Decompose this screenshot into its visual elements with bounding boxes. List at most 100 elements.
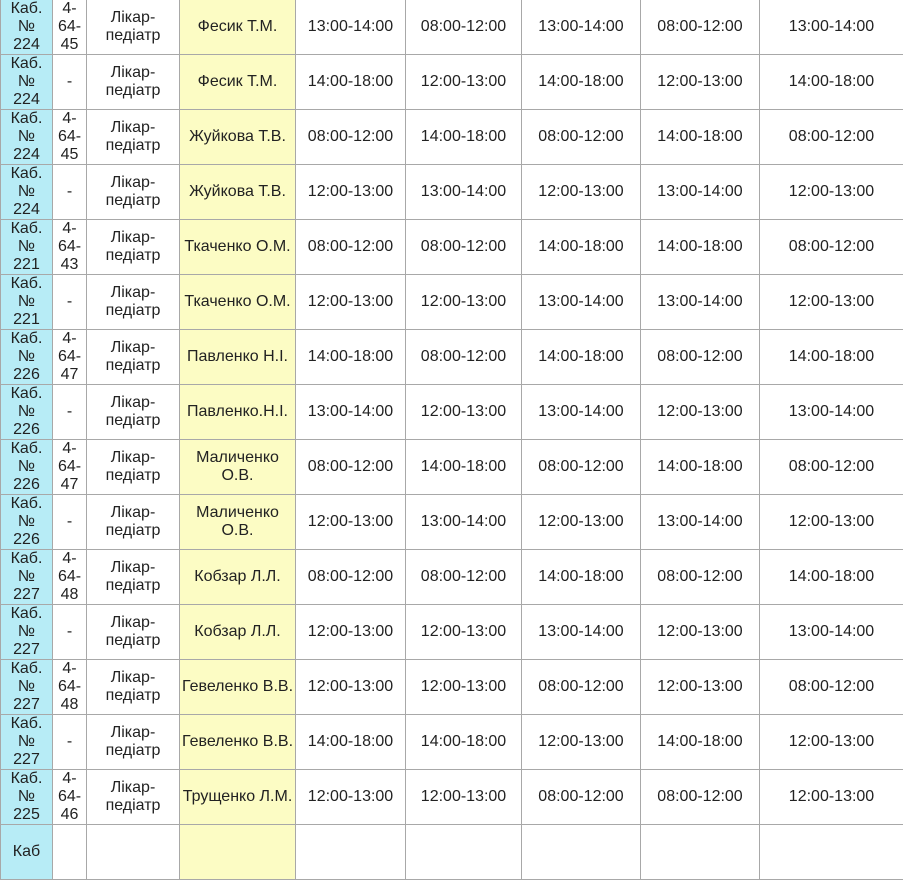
doctor-name-cell: Кобзар Л.Л. (180, 605, 296, 660)
schedule-time-cell: 13:00-14:00 (641, 165, 760, 220)
phone-cell-text: - (53, 403, 86, 421)
role-cell-text: Лікар-педіатр (87, 229, 179, 265)
schedule-time-cell: 13:00-14:00 (641, 495, 760, 550)
table-row: Каб. № 2264-64-47Лікар-педіатрМаличенко … (1, 440, 903, 495)
schedule-time-cell-text: 14:00-18:00 (406, 458, 521, 476)
phone-cell-text: 4-64-46 (53, 770, 86, 824)
schedule-time-cell-text: 08:00-12:00 (760, 678, 903, 696)
schedule-time-cell-text: 13:00-14:00 (641, 513, 759, 531)
schedule-time-cell-text: 08:00-12:00 (406, 568, 521, 586)
schedule-time-cell-text: 14:00-18:00 (760, 73, 903, 91)
schedule-time-cell: 08:00-12:00 (641, 0, 760, 55)
role-cell: Лікар-педіатр (87, 330, 180, 385)
schedule-time-cell-text: 14:00-18:00 (406, 128, 521, 146)
schedule-time-cell: 13:00-14:00 (406, 165, 522, 220)
room-cell-text: Каб. № 221 (1, 275, 52, 329)
doctor-name-cell: Гевеленко В.В. (180, 660, 296, 715)
schedule-time-cell: 08:00-12:00 (760, 660, 903, 715)
schedule-time-cell: 12:00-13:00 (296, 495, 406, 550)
schedule-time-cell-text: 14:00-18:00 (406, 733, 521, 751)
schedule-time-cell-text: 12:00-13:00 (296, 293, 405, 311)
schedule-time-cell: 08:00-12:00 (406, 330, 522, 385)
room-cell-text: Каб. № 224 (1, 110, 52, 164)
schedule-time-cell-text: 12:00-13:00 (406, 403, 521, 421)
phone-cell: 4-64-45 (53, 0, 87, 55)
role-cell: Лікар-педіатр (87, 385, 180, 440)
schedule-table: Каб. № 2244-64-45Лікар-педіатрФесик Т.М.… (0, 0, 903, 880)
table-row: Каб. № 221-Лікар-педіатрТкаченко О.М.12:… (1, 275, 903, 330)
schedule-time-cell: 14:00-18:00 (760, 550, 903, 605)
phone-cell: 4-64-48 (53, 660, 87, 715)
schedule-time-cell-text: 12:00-13:00 (641, 678, 759, 696)
phone-cell-text: - (53, 733, 86, 751)
role-cell-text: Лікар-педіатр (87, 449, 179, 485)
doctor-name-cell: Фесик Т.М. (180, 0, 296, 55)
room-cell-text: Каб. № 227 (1, 660, 52, 714)
phone-cell-text: 4-64-48 (53, 550, 86, 604)
schedule-time-cell-text: 08:00-12:00 (760, 458, 903, 476)
role-cell: Лікар-педіатр (87, 275, 180, 330)
schedule-time-cell: 14:00-18:00 (296, 715, 406, 770)
schedule-time-cell: 13:00-14:00 (296, 0, 406, 55)
room-cell-text: Каб. № 224 (1, 165, 52, 219)
schedule-time-cell-text: 08:00-12:00 (641, 568, 759, 586)
phone-cell-text: - (53, 513, 86, 531)
schedule-time-cell: 08:00-12:00 (641, 330, 760, 385)
table-row: Каб. № 2264-64-47Лікар-педіатрПавленко Н… (1, 330, 903, 385)
doctor-name-cell-text: Маличенко О.В. (180, 449, 295, 485)
schedule-time-cell: 12:00-13:00 (406, 660, 522, 715)
table-row: Каб. № 2244-64-45Лікар-педіатрЖуйкова Т.… (1, 110, 903, 165)
schedule-time-cell-text: 08:00-12:00 (522, 458, 640, 476)
schedule-time-cell-text: 08:00-12:00 (296, 238, 405, 256)
schedule-time-cell: 08:00-12:00 (522, 440, 641, 495)
phone-cell: 4-64-46 (53, 770, 87, 825)
phone-cell: 4-64-43 (53, 220, 87, 275)
room-cell: Каб. № 226 (1, 495, 53, 550)
phone-cell: - (53, 275, 87, 330)
schedule-time-cell-text: 12:00-13:00 (406, 678, 521, 696)
schedule-time-cell: 12:00-13:00 (641, 605, 760, 660)
doctor-name-cell: Павленко.Н.І. (180, 385, 296, 440)
phone-cell-text: 4-64-48 (53, 660, 86, 714)
schedule-time-cell: 12:00-13:00 (406, 275, 522, 330)
schedule-time-cell-text: 13:00-14:00 (760, 623, 903, 641)
room-cell-text: Каб. № 224 (1, 0, 52, 54)
schedule-time-cell: 12:00-13:00 (296, 275, 406, 330)
schedule-time-cell: 14:00-18:00 (641, 715, 760, 770)
doctor-name-cell: Ткаченко О.М. (180, 220, 296, 275)
schedule-time-cell-text: 14:00-18:00 (522, 568, 640, 586)
phone-cell-text: - (53, 183, 86, 201)
doctor-name-cell: Гевеленко В.В. (180, 715, 296, 770)
schedule-time-cell: 14:00-18:00 (406, 440, 522, 495)
schedule-time-cell: 14:00-18:00 (641, 110, 760, 165)
schedule-time-cell-text: 14:00-18:00 (296, 348, 405, 366)
schedule-time-cell: 14:00-18:00 (522, 330, 641, 385)
schedule-time-cell-text: 08:00-12:00 (760, 128, 903, 146)
doctor-name-cell-text: Гевеленко В.В. (180, 733, 295, 751)
schedule-time-cell-text: 13:00-14:00 (406, 513, 521, 531)
doctor-name-cell: Жуйкова Т.В. (180, 110, 296, 165)
schedule-time-cell-text: 13:00-14:00 (296, 403, 405, 421)
role-cell-text: Лікар-педіатр (87, 669, 179, 705)
role-cell-text: Лікар-педіатр (87, 284, 179, 320)
doctor-name-cell-text: Павленко.Н.І. (180, 403, 295, 421)
schedule-time-cell-text: 08:00-12:00 (522, 788, 640, 806)
role-cell: Лікар-педіатр (87, 440, 180, 495)
phone-cell: - (53, 495, 87, 550)
schedule-time-cell-text: 13:00-14:00 (522, 293, 640, 311)
schedule-time-cell: 13:00-14:00 (760, 385, 903, 440)
table-row: Каб. № 224-Лікар-педіатрЖуйкова Т.В.12:0… (1, 165, 903, 220)
doctor-name-cell-text: Маличенко О.В. (180, 504, 295, 540)
schedule-time-cell-text: 14:00-18:00 (641, 128, 759, 146)
phone-cell: 4-64-47 (53, 440, 87, 495)
schedule-time-cell-text: 14:00-18:00 (296, 73, 405, 91)
room-cell-text: Каб. № 227 (1, 605, 52, 659)
schedule-time-cell: 12:00-13:00 (522, 165, 641, 220)
schedule-time-cell: 13:00-14:00 (522, 385, 641, 440)
schedule-time-cell (760, 825, 903, 880)
role-cell-text: Лікар-педіатр (87, 614, 179, 650)
schedule-time-cell-text: 13:00-14:00 (522, 18, 640, 36)
schedule-time-cell (406, 825, 522, 880)
role-cell-text: Лікар-педіатр (87, 559, 179, 595)
schedule-time-cell-text: 13:00-14:00 (406, 183, 521, 201)
